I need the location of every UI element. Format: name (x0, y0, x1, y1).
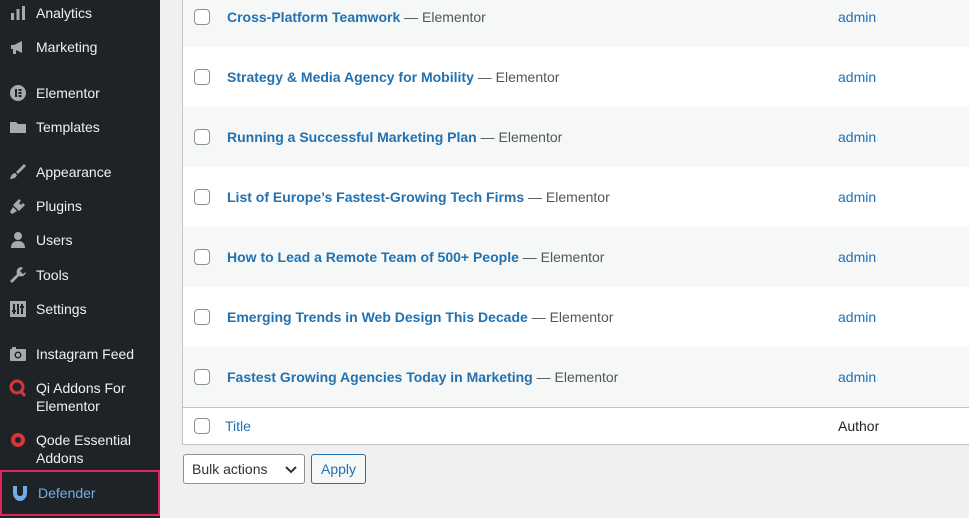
row-checkbox[interactable] (194, 369, 210, 385)
sidebar-item-users[interactable]: Users (0, 231, 160, 249)
author-link[interactable]: admin (838, 7, 876, 27)
sidebar-item-label: Marketing (36, 39, 98, 55)
post-title-link[interactable]: List of Europe’s Fastest-Growing Tech Fi… (227, 189, 524, 205)
post-state: — Elementor (476, 129, 563, 145)
sidebar-item-label: Qi Addons For Elementor (36, 380, 126, 414)
sidebar-item-label: Tools (36, 267, 69, 283)
table-row: Strategy & Media Agency for Mobility — E… (183, 47, 969, 107)
sidebar-item-tools[interactable]: Tools (0, 266, 160, 284)
sidebar-item-label: Templates (36, 119, 100, 135)
table-footer-row: Title Author (183, 407, 969, 444)
sidebar-item-label: Analytics (36, 5, 93, 21)
post-title-link[interactable]: How to Lead a Remote Team of 500+ People (227, 249, 519, 265)
sidebar-item-elementor[interactable]: Elementor (0, 84, 160, 102)
author-link[interactable]: admin (838, 367, 876, 387)
plug-icon (8, 197, 28, 215)
elementor-icon (8, 84, 28, 102)
author-column-header: Author (838, 418, 880, 434)
wrench-icon (8, 266, 28, 284)
row-checkbox[interactable] (194, 9, 210, 25)
folder-icon (8, 118, 28, 136)
admin-sidebar: Analytics Marketing Elementor Templates … (0, 0, 160, 518)
post-state: — Elementor (524, 189, 610, 205)
sidebar-item-label: Instagram Feed (36, 346, 135, 362)
sidebar-item-label: Settings (36, 301, 87, 317)
sidebar-item-templates[interactable]: Templates (0, 118, 160, 136)
bar-chart-icon (8, 4, 28, 22)
paintbrush-icon (8, 163, 28, 181)
sidebar-item-marketing[interactable]: Marketing (0, 38, 160, 56)
qi-icon (8, 379, 28, 397)
apply-button[interactable]: Apply (311, 454, 366, 484)
qode-icon (8, 431, 28, 449)
sliders-icon (8, 300, 28, 318)
table-row: How to Lead a Remote Team of 500+ People… (183, 227, 969, 287)
row-checkbox[interactable] (194, 69, 210, 85)
author-link[interactable]: admin (838, 187, 876, 207)
table-row: List of Europe’s Fastest-Growing Tech Fi… (183, 167, 969, 227)
select-all-checkbox[interactable] (194, 418, 210, 434)
post-title-link[interactable]: Fastest Growing Agencies Today in Market… (227, 369, 533, 385)
posts-table: Cross-Platform Teamwork — Elementor admi… (182, 0, 969, 445)
post-title-link[interactable]: Running a Successful Marketing Plan (227, 129, 477, 145)
sidebar-item-instagram-feed[interactable]: Instagram Feed (0, 345, 160, 363)
sidebar-item-settings[interactable]: Settings (0, 300, 160, 318)
table-row: Cross-Platform Teamwork — Elementor admi… (183, 0, 969, 47)
row-checkbox[interactable] (194, 249, 210, 265)
sidebar-item-plugins[interactable]: Plugins (0, 197, 160, 215)
sidebar-item-defender[interactable]: Defender (0, 470, 160, 516)
sidebar-item-qode-essential-addons[interactable]: Qode Essential Addons (0, 431, 160, 467)
user-icon (8, 231, 28, 249)
camera-icon (8, 345, 28, 363)
post-title-link[interactable]: Strategy & Media Agency for Mobility (227, 69, 474, 85)
table-row: Fastest Growing Agencies Today in Market… (183, 347, 969, 407)
table-row: Running a Successful Marketing Plan — El… (183, 107, 969, 167)
table-row: Emerging Trends in Web Design This Decad… (183, 287, 969, 347)
post-title-link[interactable]: Cross-Platform Teamwork (227, 9, 400, 25)
post-state: — Elementor (518, 249, 605, 265)
sidebar-item-appearance[interactable]: Appearance (0, 163, 160, 181)
row-checkbox[interactable] (194, 129, 210, 145)
shield-icon (10, 484, 30, 502)
sidebar-item-label: Qode Essential Addons (36, 432, 131, 466)
sidebar-item-label: Plugins (36, 198, 82, 214)
post-state: — Elementor (532, 369, 619, 385)
sidebar-item-label: Appearance (36, 164, 112, 180)
author-link[interactable]: admin (838, 67, 876, 87)
title-column-header[interactable]: Title (225, 416, 251, 436)
row-checkbox[interactable] (194, 309, 210, 325)
sidebar-item-analytics[interactable]: Analytics (0, 4, 160, 22)
bulk-actions-select[interactable]: Bulk actions (183, 454, 305, 484)
sidebar-item-qi-addons[interactable]: Qi Addons For Elementor (0, 379, 160, 415)
sidebar-item-label: Defender (38, 485, 96, 501)
author-link[interactable]: admin (838, 127, 876, 147)
row-checkbox[interactable] (194, 189, 210, 205)
author-link[interactable]: admin (838, 247, 876, 267)
post-state: — Elementor (473, 69, 560, 85)
bulk-actions-label: Bulk actions (192, 461, 268, 477)
chevron-down-icon (285, 466, 297, 474)
post-state: — Elementor (400, 9, 486, 25)
post-state: — Elementor (527, 309, 614, 325)
sidebar-item-label: Users (36, 232, 73, 248)
megaphone-icon (8, 38, 28, 56)
author-link[interactable]: admin (838, 307, 876, 327)
sidebar-item-label: Elementor (36, 85, 100, 101)
post-title-link[interactable]: Emerging Trends in Web Design This Decad… (227, 309, 528, 325)
